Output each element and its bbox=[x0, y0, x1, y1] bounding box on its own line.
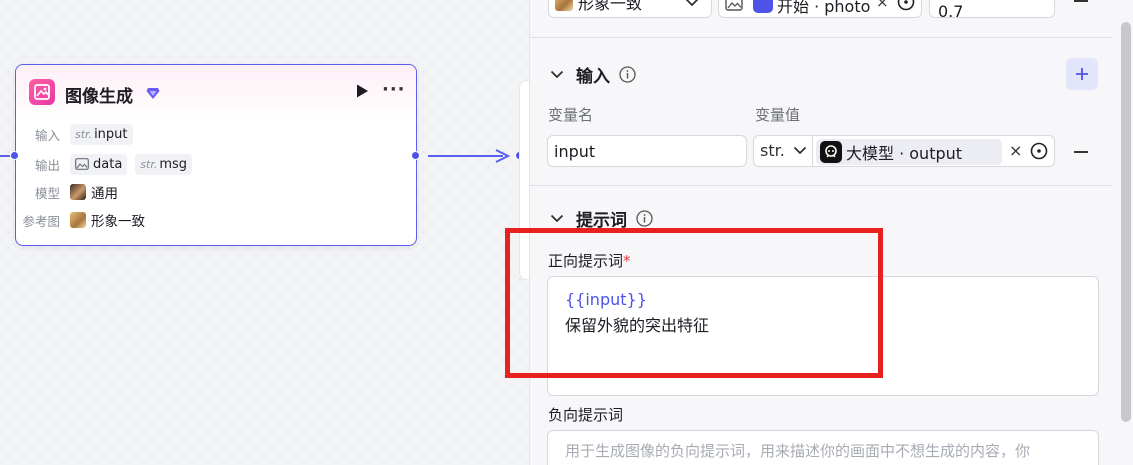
node-input-tag: str. input bbox=[70, 123, 133, 145]
type-prefix: str. bbox=[75, 127, 93, 141]
ref-value: 形象一致 bbox=[91, 214, 145, 230]
model-avatar-icon bbox=[70, 184, 86, 200]
ref-select-value: 形象一致 bbox=[578, 0, 643, 13]
node-output-row: 输出 data str. msg bbox=[16, 152, 416, 176]
chevron-down-icon bbox=[793, 146, 806, 155]
node-input-row: 输入 str. input bbox=[16, 122, 416, 146]
node-output-label: 输出 bbox=[34, 157, 60, 173]
type-prefix: str. bbox=[140, 157, 158, 171]
strength-value: 0.7 bbox=[938, 1, 964, 21]
target-icon[interactable] bbox=[1030, 142, 1048, 160]
var-value-column-label: 变量值 bbox=[755, 106, 801, 124]
image-icon bbox=[75, 158, 89, 170]
ref-avatar-icon bbox=[70, 212, 86, 228]
image-icon bbox=[725, 0, 743, 11]
node-input-port[interactable] bbox=[10, 151, 19, 160]
type-select-value: str. bbox=[760, 141, 785, 160]
node-ref-row: 参考图 形象一致 bbox=[16, 208, 416, 232]
close-icon[interactable]: × bbox=[1009, 141, 1022, 160]
input-section-header[interactable]: 输入 bbox=[550, 62, 636, 87]
plus-icon bbox=[1076, 68, 1088, 80]
tag-name: msg bbox=[159, 156, 188, 172]
image-generate-node[interactable]: 图像生成 ··· 输入 str. input 输出 data str. msg 模型… bbox=[15, 64, 417, 246]
negative-prompt-textarea[interactable]: 用于生成图像的负向提示词，用来描述你的画面中不想生成的内容，你 bbox=[547, 430, 1099, 465]
tag-name: data bbox=[93, 156, 123, 172]
chevron-down-icon bbox=[550, 214, 564, 223]
divider bbox=[530, 37, 1113, 38]
close-icon[interactable]: × bbox=[876, 0, 889, 11]
ref-type-select[interactable]: 形象一致 bbox=[548, 0, 712, 18]
chevron-down-icon bbox=[685, 0, 699, 7]
ref-chip-text: 开始 · photo bbox=[777, 0, 871, 16]
more-options-icon[interactable]: ··· bbox=[382, 79, 406, 100]
run-icon[interactable] bbox=[354, 83, 372, 101]
node-input-label: 输入 bbox=[34, 127, 60, 143]
node-ref-label: 参考图 bbox=[22, 213, 60, 229]
var-name-value: input bbox=[554, 141, 596, 161]
remove-row-icon[interactable] bbox=[1074, 151, 1088, 153]
var-name-column-label: 变量名 bbox=[548, 106, 594, 124]
image-generate-icon bbox=[29, 79, 55, 105]
start-node-icon bbox=[753, 0, 773, 13]
input-section-title: 输入 bbox=[576, 67, 610, 87]
info-icon[interactable] bbox=[619, 66, 636, 83]
premium-badge-icon bbox=[146, 85, 160, 104]
negative-prompt-placeholder: 用于生成图像的负向提示词，用来描述你的画面中不想生成的内容，你 bbox=[565, 442, 1031, 460]
node-output-tag-data: data bbox=[70, 153, 128, 175]
add-variable-button[interactable] bbox=[1066, 58, 1098, 90]
image-ref-field[interactable]: 开始 · photo × bbox=[718, 0, 922, 18]
llm-node-icon bbox=[820, 141, 842, 163]
remove-row-icon[interactable] bbox=[1074, 0, 1088, 2]
node-title: 图像生成 bbox=[65, 87, 133, 107]
node-output-tag-msg: str. msg bbox=[135, 153, 193, 175]
ref-variable-chip[interactable]: 大模型 · output bbox=[816, 139, 1002, 165]
var-name-input[interactable]: input bbox=[547, 135, 747, 167]
model-value: 通用 bbox=[91, 186, 118, 202]
var-value-field[interactable]: str. 大模型 · output × bbox=[753, 135, 1055, 167]
strength-input[interactable]: 0.7 bbox=[929, 0, 1055, 21]
ref-avatar-icon bbox=[555, 0, 573, 11]
info-icon[interactable] bbox=[636, 210, 653, 227]
ref-chip-text: 大模型 · output bbox=[846, 144, 963, 163]
divider bbox=[530, 185, 1113, 186]
type-select[interactable]: str. bbox=[760, 141, 807, 160]
tag-name: input bbox=[94, 126, 128, 142]
node-model-row: 模型 通用 bbox=[16, 180, 416, 204]
target-icon[interactable] bbox=[897, 0, 915, 11]
highlight-annotation-box bbox=[505, 228, 883, 378]
chevron-down-icon bbox=[550, 70, 564, 79]
negative-prompt-label: 负向提示词 bbox=[548, 406, 624, 424]
panel-scrollbar[interactable] bbox=[1121, 22, 1131, 422]
node-output-port[interactable] bbox=[411, 151, 420, 160]
divider bbox=[812, 136, 813, 166]
node-model-label: 模型 bbox=[34, 185, 60, 201]
